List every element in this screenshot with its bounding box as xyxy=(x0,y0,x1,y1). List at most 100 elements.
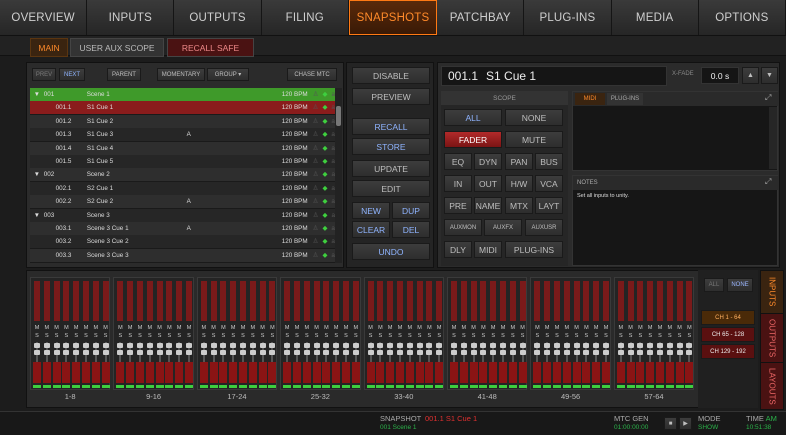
fader-group-label[interactable]: 49-56 xyxy=(530,390,610,403)
channel-strip[interactable]: MS xyxy=(239,279,247,389)
fader-cap[interactable] xyxy=(210,343,217,348)
fader-cap[interactable] xyxy=(554,350,560,355)
person-icon[interactable]: ♙ xyxy=(313,104,319,111)
dup-button[interactable]: DUP xyxy=(392,202,430,219)
solo-indicator[interactable]: S xyxy=(72,333,80,339)
solo-indicator[interactable]: S xyxy=(332,333,340,339)
solo-indicator[interactable]: S xyxy=(573,333,581,339)
fader-cap[interactable] xyxy=(583,343,590,348)
midi-diamond-icon[interactable]: ◆ xyxy=(322,171,327,178)
fader-cap[interactable] xyxy=(603,350,609,355)
mute-indicator[interactable]: M xyxy=(146,325,154,331)
solo-indicator[interactable]: S xyxy=(239,333,247,339)
solo-indicator[interactable]: S xyxy=(126,333,134,339)
channel-strip[interactable]: MS xyxy=(646,279,655,389)
nav-tab-patchbay[interactable]: PATCHBAY xyxy=(437,0,525,35)
channel-strip[interactable]: MS xyxy=(248,279,257,389)
ch-all-button[interactable]: ALL xyxy=(704,278,724,292)
fader-cap[interactable] xyxy=(220,350,227,355)
fader-cap[interactable] xyxy=(519,350,526,355)
solo-indicator[interactable]: S xyxy=(627,333,635,339)
mute-indicator[interactable]: M xyxy=(627,325,635,331)
solo-indicator[interactable]: S xyxy=(62,333,70,339)
fader-cap[interactable] xyxy=(686,350,693,355)
channel-strip[interactable]: MS xyxy=(543,279,552,389)
snapshot-row[interactable]: 001.3 S1 Cue 3 A 120 BPM ♙ ◆ a xyxy=(30,128,337,143)
mute-indicator[interactable]: M xyxy=(165,325,173,331)
fader-cap[interactable] xyxy=(352,350,359,355)
fader-cap[interactable] xyxy=(676,350,683,355)
fader-cap[interactable] xyxy=(367,350,374,355)
channel-strip[interactable]: MS xyxy=(175,279,184,389)
solo-indicator[interactable]: S xyxy=(322,333,330,339)
solo-indicator[interactable]: S xyxy=(268,333,276,339)
snapshot-row[interactable]: ▼ 003 Scene 3 120 BPM ♙ ◆ a xyxy=(30,208,337,223)
fader-cap[interactable] xyxy=(73,350,80,355)
channel-strip[interactable]: MS xyxy=(33,279,41,389)
mute-indicator[interactable]: M xyxy=(43,325,51,331)
fader-cap[interactable] xyxy=(146,343,153,348)
mute-indicator[interactable]: M xyxy=(293,325,301,331)
fader-cap[interactable] xyxy=(92,343,99,348)
mute-indicator[interactable]: M xyxy=(136,325,144,331)
channel-strip[interactable]: MS xyxy=(199,279,208,389)
channel-strip[interactable]: MS xyxy=(82,279,90,389)
fader-cap[interactable] xyxy=(500,350,506,355)
fader-cap[interactable] xyxy=(637,350,644,355)
xfade-down-button[interactable]: ▼ xyxy=(761,67,778,84)
person-icon[interactable]: ♙ xyxy=(313,145,319,152)
solo-indicator[interactable]: S xyxy=(636,333,644,339)
fader-cap[interactable] xyxy=(200,350,207,355)
solo-indicator[interactable]: S xyxy=(435,333,443,339)
channel-strip[interactable]: MS xyxy=(572,279,581,389)
scope-auxfx-button[interactable]: AUXFX xyxy=(484,219,522,236)
solo-indicator[interactable]: S xyxy=(617,333,625,339)
person-icon[interactable]: ♙ xyxy=(313,198,319,205)
solo-indicator[interactable]: S xyxy=(82,333,90,339)
mute-indicator[interactable]: M xyxy=(416,325,424,331)
tab-plugins[interactable]: PLUG-INS xyxy=(607,93,643,105)
fader-cap[interactable] xyxy=(259,350,266,355)
mute-indicator[interactable]: M xyxy=(239,325,247,331)
mute-indicator[interactable]: M xyxy=(636,325,644,331)
fader-cap[interactable] xyxy=(53,350,60,355)
mute-indicator[interactable]: M xyxy=(116,325,124,331)
expand-icon[interactable]: ⤢ xyxy=(765,93,771,103)
midi-diamond-icon[interactable]: ◆ xyxy=(322,118,327,125)
snapshot-row[interactable]: 001.5 S1 Cue 5 120 BPM ♙ ◆ a xyxy=(30,155,337,169)
channel-strip[interactable]: MS xyxy=(592,279,601,389)
mute-indicator[interactable]: M xyxy=(553,325,561,331)
mute-indicator[interactable]: M xyxy=(573,325,581,331)
channel-strip[interactable]: MS xyxy=(293,279,301,389)
fader-cap[interactable] xyxy=(460,350,467,355)
solo-indicator[interactable]: S xyxy=(219,333,227,339)
snapshot-row[interactable]: 001.2 S1 Cue 2 120 BPM ♙ ◆ a xyxy=(30,114,337,129)
mute-indicator[interactable]: M xyxy=(352,325,360,331)
solo-indicator[interactable]: S xyxy=(386,333,394,339)
solo-indicator[interactable]: S xyxy=(33,333,41,339)
solo-indicator[interactable]: S xyxy=(470,333,478,339)
snapshot-row[interactable]: 002.1 S2 Cue 1 120 BPM ♙ ◆ a xyxy=(30,181,337,196)
mute-indicator[interactable]: M xyxy=(676,325,684,331)
solo-indicator[interactable]: S xyxy=(676,333,684,339)
ch-range-3-button[interactable]: CH 129 - 192 xyxy=(701,344,755,359)
ch-range-2-button[interactable]: CH 65 - 128 xyxy=(701,327,755,342)
midi-diamond-icon[interactable]: ◆ xyxy=(322,225,327,232)
notes-text[interactable]: Set all inputs to unity. xyxy=(577,193,767,199)
solo-indicator[interactable]: S xyxy=(283,333,291,339)
xfade-input[interactable]: 0.0 s xyxy=(701,67,739,84)
channel-strip[interactable]: MS xyxy=(450,279,458,389)
fader-cap[interactable] xyxy=(313,350,320,355)
channel-strip[interactable]: MS xyxy=(302,279,311,389)
fader-cap[interactable] xyxy=(127,343,134,348)
fader-cap[interactable] xyxy=(313,343,320,348)
channel-strip[interactable]: MS xyxy=(656,279,664,389)
mute-indicator[interactable]: M xyxy=(342,325,350,331)
fader-cap[interactable] xyxy=(343,343,349,348)
solo-indicator[interactable]: S xyxy=(460,333,468,339)
mute-indicator[interactable]: M xyxy=(435,325,443,331)
fader-cap[interactable] xyxy=(303,343,310,348)
side-tab-outputs[interactable]: OUTPUTS xyxy=(760,313,784,363)
mute-indicator[interactable]: M xyxy=(406,325,414,331)
fader-cap[interactable] xyxy=(593,343,600,348)
